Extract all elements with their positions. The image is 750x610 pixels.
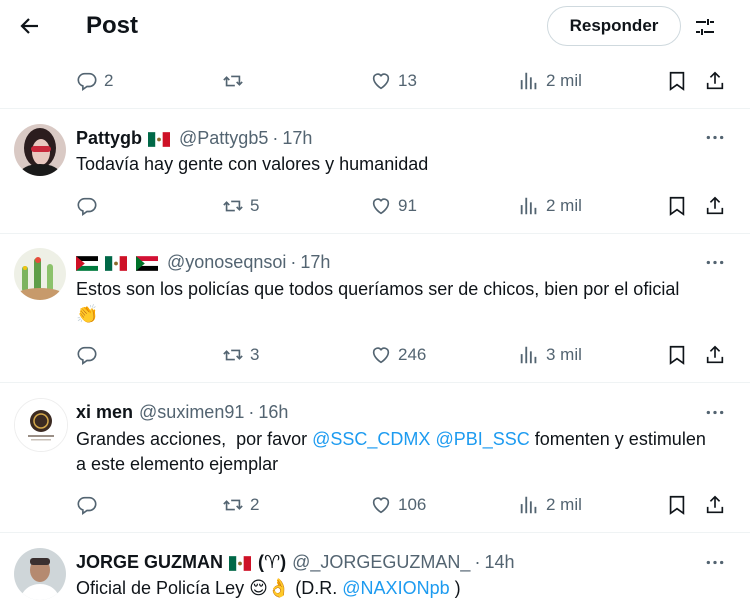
like-action[interactable]: 106 bbox=[370, 491, 426, 519]
tweet-text: Grandes acciones, por favor @SSC_CDMX @P… bbox=[76, 429, 706, 474]
timestamp[interactable]: 16h bbox=[258, 402, 288, 423]
bookmark-icon bbox=[666, 494, 688, 516]
tweet-text: Estos son los policías que todos queríam… bbox=[76, 279, 680, 324]
bookmark-icon bbox=[666, 344, 688, 366]
share-icon bbox=[704, 70, 726, 92]
share-button[interactable] bbox=[704, 341, 726, 369]
heart-icon bbox=[370, 195, 392, 217]
reply-action[interactable] bbox=[76, 192, 98, 220]
heart-icon bbox=[370, 344, 392, 366]
bookmark-icon bbox=[666, 195, 688, 217]
reply-icon bbox=[76, 494, 98, 516]
reply-action[interactable] bbox=[76, 491, 98, 519]
views-icon bbox=[518, 344, 540, 366]
repost-action[interactable]: 5 bbox=[222, 192, 259, 220]
tune-settings-icon[interactable] bbox=[690, 12, 720, 42]
bookmark-button[interactable] bbox=[666, 67, 688, 95]
more-options-icon[interactable] bbox=[702, 252, 728, 272]
top-bar: Post Responder bbox=[0, 0, 750, 54]
heart-icon bbox=[370, 70, 392, 92]
mexico-flag-icon bbox=[229, 556, 251, 571]
views-action[interactable]: 2 mil bbox=[518, 491, 582, 519]
reply-icon bbox=[76, 195, 98, 217]
reply-icon bbox=[76, 344, 98, 366]
views-icon bbox=[518, 195, 540, 217]
timestamp[interactable]: 17h bbox=[282, 128, 312, 149]
tweet-text: Oficial de Policía Ley 😌👌 (D.R. @NAXIONp… bbox=[76, 578, 461, 598]
views-action[interactable]: 2 mil bbox=[518, 67, 582, 95]
repost-action[interactable]: 3 bbox=[222, 341, 259, 369]
avatar[interactable] bbox=[14, 248, 66, 300]
more-options-icon[interactable] bbox=[702, 402, 728, 422]
more-options-icon[interactable] bbox=[702, 127, 728, 147]
tweet-header: Pattygb @Pattygb5 · 17h bbox=[76, 127, 313, 149]
repost-action[interactable] bbox=[222, 67, 244, 95]
tweet-actions: 3 246 3 mil bbox=[76, 341, 726, 369]
tweet-actions: 2 106 2 mil bbox=[76, 491, 726, 519]
share-button[interactable] bbox=[704, 491, 726, 519]
tweet-actions: 5 91 2 mil bbox=[76, 192, 726, 220]
more-options-icon[interactable] bbox=[702, 552, 728, 572]
repost-action[interactable]: 2 bbox=[222, 491, 259, 519]
views-icon bbox=[518, 70, 540, 92]
timestamp[interactable]: 14h bbox=[484, 552, 514, 573]
display-name[interactable]: Pattygb bbox=[76, 128, 142, 149]
mention-link[interactable]: @SSC_CDMX bbox=[312, 429, 430, 449]
user-handle[interactable]: @_JORGEGUZMAN_ bbox=[292, 552, 470, 573]
share-button[interactable] bbox=[704, 67, 726, 95]
bookmark-button[interactable] bbox=[666, 491, 688, 519]
mexico-flag-icon bbox=[105, 256, 127, 271]
reply-icon bbox=[76, 70, 98, 92]
mexico-flag-icon bbox=[148, 132, 170, 147]
reply-button[interactable]: Responder bbox=[547, 6, 681, 46]
page-title: Post bbox=[86, 12, 139, 39]
clapping-hands-emoji: 👏 bbox=[76, 304, 99, 324]
avatar[interactable] bbox=[14, 124, 66, 176]
display-name[interactable]: xi men bbox=[76, 402, 133, 423]
reply-action[interactable]: 2 bbox=[76, 67, 113, 95]
user-handle[interactable]: @suximen91 bbox=[139, 402, 244, 423]
divider bbox=[0, 532, 750, 533]
heart-icon bbox=[370, 494, 392, 516]
user-handle[interactable]: @yonoseqnsoi bbox=[167, 252, 286, 273]
palestine-flag-icon bbox=[76, 256, 98, 271]
divider bbox=[0, 382, 750, 383]
avatar[interactable] bbox=[14, 398, 68, 452]
share-icon bbox=[704, 494, 726, 516]
bookmark-button[interactable] bbox=[666, 341, 688, 369]
user-handle[interactable]: @Pattygb5 bbox=[179, 128, 268, 149]
avatar[interactable] bbox=[14, 548, 66, 600]
mention-link[interactable]: @NAXIONpb bbox=[342, 578, 449, 598]
share-icon bbox=[704, 195, 726, 217]
like-action[interactable]: 246 bbox=[370, 341, 426, 369]
tweet-header: xi men @suximen91 · 16h bbox=[76, 401, 289, 423]
mention-link[interactable]: @PBI_SSC bbox=[435, 429, 529, 449]
views-action[interactable]: 3 mil bbox=[518, 341, 582, 369]
timestamp[interactable]: 17h bbox=[300, 252, 330, 273]
display-name[interactable]: JORGE GUZMAN bbox=[76, 552, 223, 573]
share-button[interactable] bbox=[704, 192, 726, 220]
tweet-header: @yonoseqnsoi · 17h bbox=[76, 250, 330, 274]
divider bbox=[0, 108, 750, 109]
divider bbox=[0, 233, 750, 234]
bookmark-icon bbox=[666, 70, 688, 92]
views-icon bbox=[518, 494, 540, 516]
views-action[interactable]: 2 mil bbox=[518, 192, 582, 220]
bookmark-button[interactable] bbox=[666, 192, 688, 220]
tweet-header: JORGE GUZMAN (♈) @_JORGEGUZMAN_ · 14h bbox=[76, 551, 515, 573]
back-arrow-icon[interactable] bbox=[14, 10, 46, 42]
like-action[interactable]: 13 bbox=[370, 67, 417, 95]
reply-action[interactable] bbox=[76, 341, 98, 369]
zodiac-aries-badge: (♈) bbox=[258, 551, 287, 572]
emoji: 😌👌 bbox=[249, 578, 291, 598]
share-icon bbox=[704, 344, 726, 366]
tweet-text: Todavía hay gente con valores y humanida… bbox=[76, 154, 429, 174]
main-post-actions: 2 13 2 mil bbox=[76, 67, 726, 95]
sudan-flag-icon bbox=[136, 256, 158, 271]
like-action[interactable]: 91 bbox=[370, 192, 417, 220]
repost-icon bbox=[222, 195, 244, 217]
repost-icon bbox=[222, 494, 244, 516]
repost-icon bbox=[222, 344, 244, 366]
repost-icon bbox=[222, 70, 244, 92]
